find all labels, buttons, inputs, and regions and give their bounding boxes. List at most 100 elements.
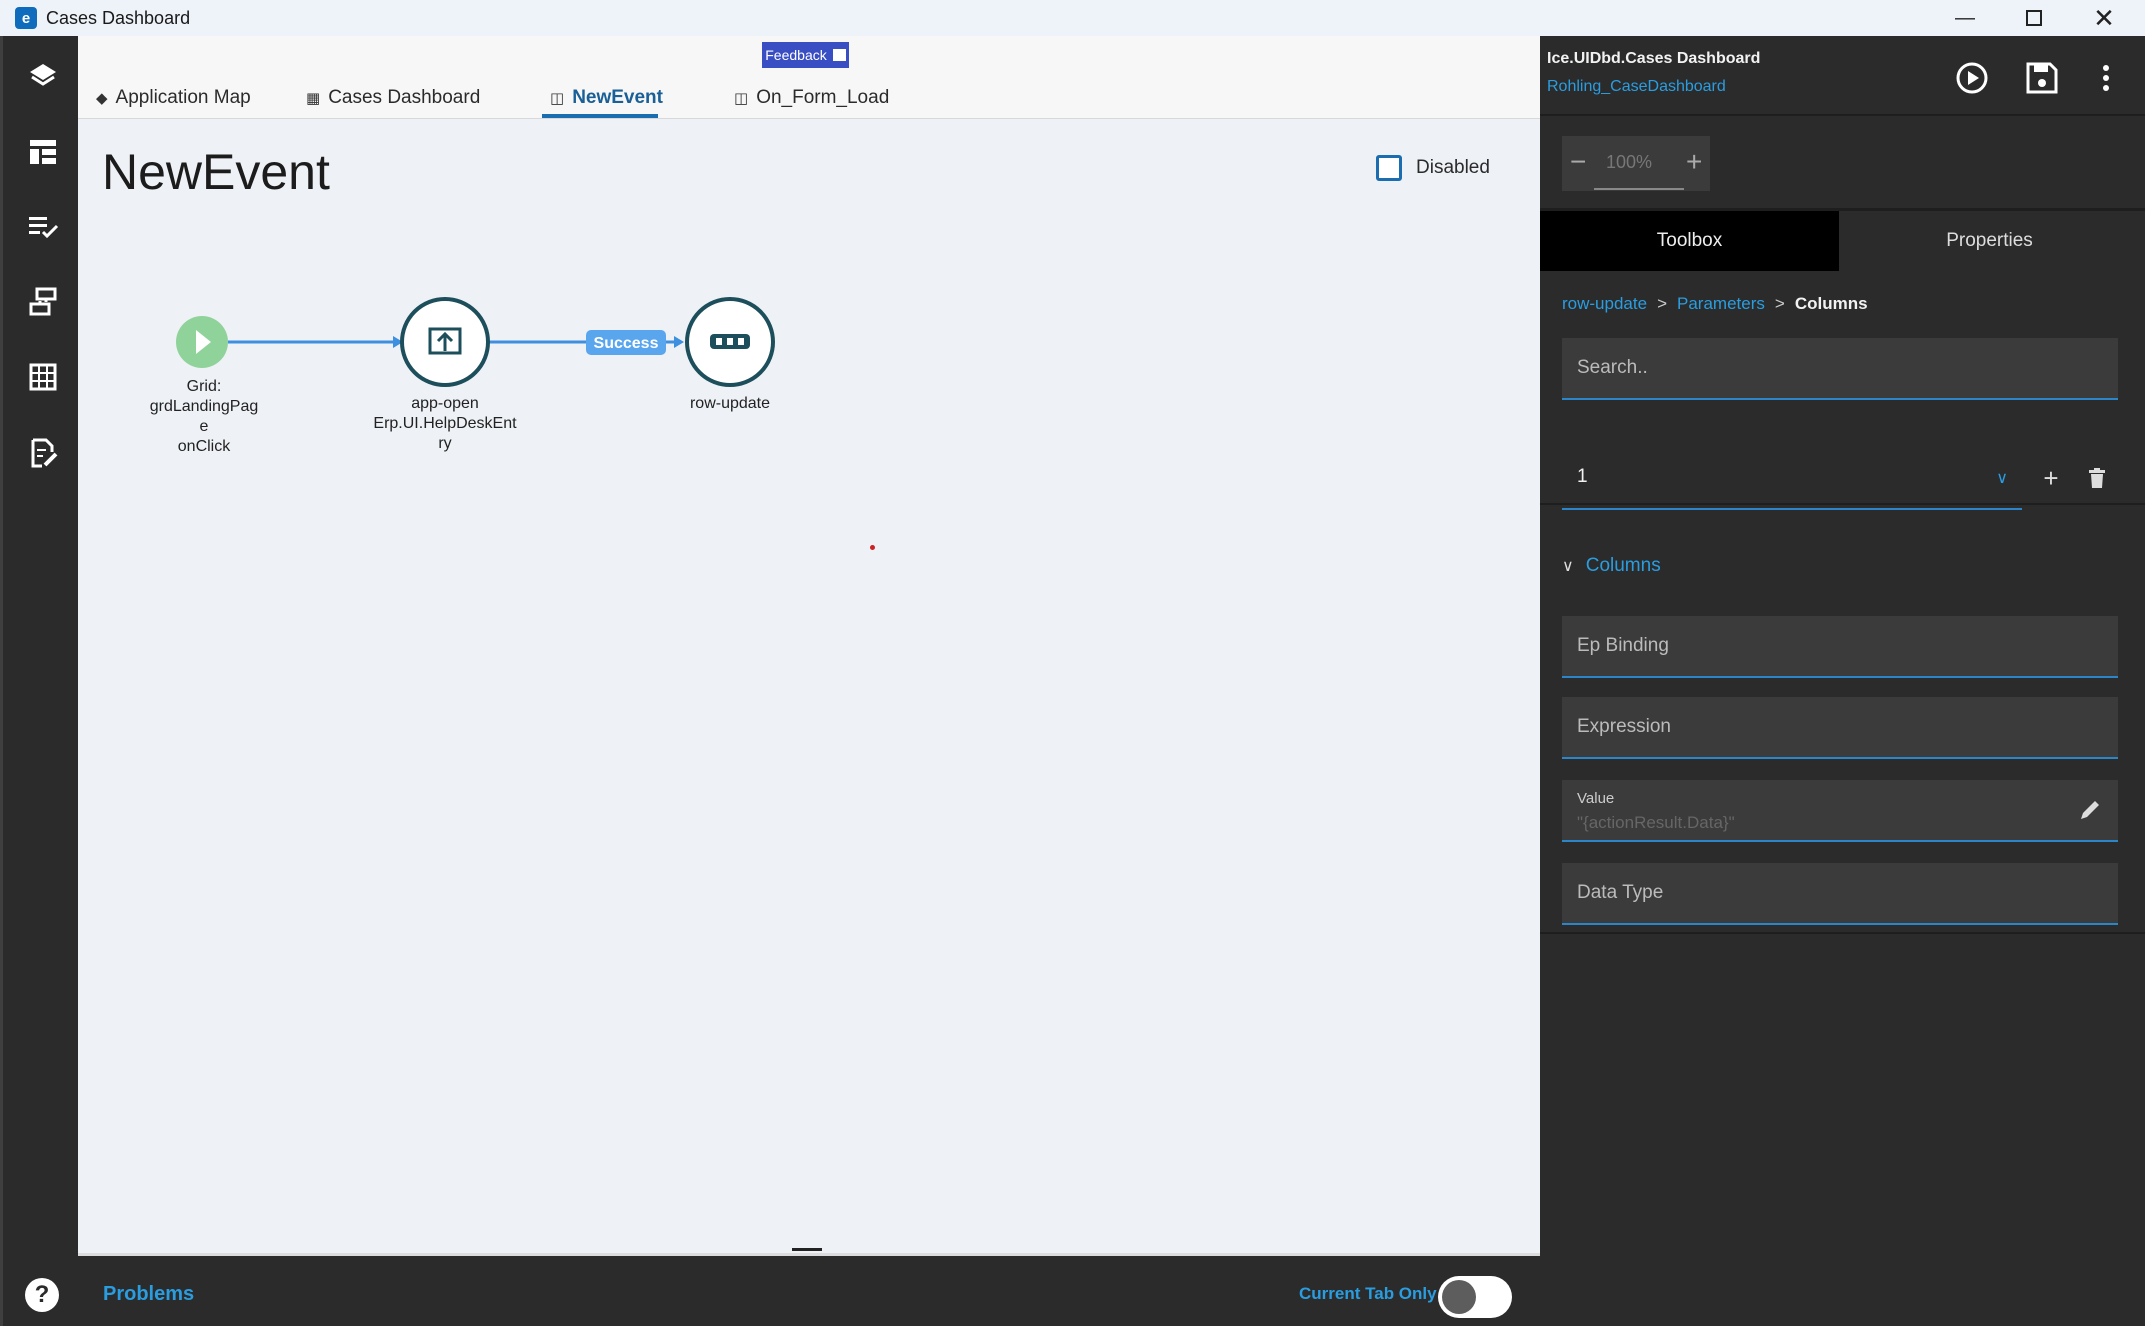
toggle-knob	[1442, 1280, 1476, 1314]
node-label-line: Erp.UI.HelpDeskEnt	[373, 415, 517, 432]
more-options-button[interactable]	[2086, 58, 2126, 98]
zoom-out-button[interactable]: −	[1570, 146, 1586, 178]
save-button[interactable]	[2022, 58, 2062, 98]
feedback-label: Feedback	[765, 47, 827, 63]
layout-icon: ▦	[306, 90, 321, 107]
ep-binding-field[interactable]: Ep Binding	[1562, 616, 2118, 678]
index-select-value: 1	[1577, 466, 1588, 487]
tab-newevent[interactable]: ◫ NewEvent	[550, 80, 663, 116]
zoom-control: − 100% +	[1562, 136, 1710, 191]
success-edge-label[interactable]: Success	[586, 330, 666, 355]
checklist-icon[interactable]	[25, 209, 61, 245]
delete-item-button[interactable]	[2082, 463, 2112, 493]
app-open-node[interactable]	[400, 297, 490, 387]
value-text: "{actionResult.Data}"	[1577, 813, 1735, 832]
data-type-field[interactable]: Data Type	[1562, 863, 2118, 925]
window-titlebar: e Cases Dashboard — ✕	[0, 0, 2145, 36]
add-item-button[interactable]: +	[2036, 463, 2066, 493]
disabled-checkbox[interactable]	[1376, 155, 1402, 181]
breadcrumb-separator: >	[1774, 294, 1785, 313]
current-tab-only-label: Current Tab Only	[1299, 1284, 1437, 1303]
section-divider	[1540, 503, 2145, 505]
comment-icon	[832, 49, 846, 61]
row-update-node[interactable]	[685, 297, 775, 387]
data-type-label: Data Type	[1577, 882, 1664, 903]
current-tab-only-toggle[interactable]	[1438, 1276, 1512, 1318]
search-input[interactable]	[1577, 357, 2118, 379]
expression-field[interactable]: Expression	[1562, 697, 2118, 759]
node-label-line: app-open	[411, 395, 479, 412]
event-title: NewEvent	[102, 144, 330, 200]
tab-label: Cases Dashboard	[328, 87, 481, 108]
row-update-node-label: row-update	[660, 394, 800, 414]
save-icon	[2026, 62, 2058, 94]
help-icon[interactable]: ?	[25, 1278, 59, 1312]
index-select[interactable]: 1 ∨	[1562, 446, 2022, 510]
node-label-line: grdLandingPag	[149, 398, 259, 415]
panel-resize-handle[interactable]	[792, 1248, 822, 1251]
chevron-down-icon: ∨	[1996, 470, 2008, 487]
tab-toolbox[interactable]: Toolbox	[1540, 211, 1839, 271]
search-field[interactable]	[1562, 338, 2118, 400]
edge-arrow-icon	[674, 336, 684, 348]
data-grid-icon[interactable]	[25, 359, 61, 395]
right-panel: Ice.UIDbd.Cases Dashboard Rohling_CaseDa…	[1540, 36, 2145, 1326]
breadcrumb-row-update[interactable]: row-update	[1562, 294, 1647, 314]
ep-binding-label: Ep Binding	[1577, 635, 1669, 656]
problems-bar: Problems Current Tab Only	[78, 1253, 1540, 1326]
node-label-line: onClick	[177, 438, 231, 455]
run-button[interactable]	[1952, 58, 1992, 98]
start-node[interactable]	[176, 316, 228, 368]
zoom-value[interactable]: 100%	[1606, 152, 1652, 173]
breadcrumb-columns: Columns	[1794, 294, 1868, 313]
event-canvas[interactable]: NewEvent Disabled Success Grid: grdLandi…	[78, 119, 1540, 1253]
edit-value-button[interactable]	[2078, 798, 2102, 827]
tab-application-map[interactable]: ◆ Application Map	[96, 80, 251, 116]
tab-cases-dashboard[interactable]: ▦ Cases Dashboard	[306, 80, 480, 116]
chevron-down-icon: ∨	[1562, 558, 1574, 575]
breadcrumb-parameters[interactable]: Parameters	[1677, 294, 1765, 314]
node-label-line: e	[199, 418, 209, 435]
tab-label: Application Map	[115, 87, 251, 108]
tab-properties[interactable]: Properties	[1840, 211, 2139, 271]
minimize-button[interactable]: —	[1930, 0, 2000, 36]
pencil-icon	[2081, 801, 2099, 819]
columns-section-header[interactable]: ∨ Columns	[1562, 555, 1661, 577]
expression-label: Expression	[1577, 716, 1671, 737]
disabled-label: Disabled	[1416, 157, 1490, 178]
columns-section-label: Columns	[1585, 555, 1661, 576]
problems-tab[interactable]: Problems	[103, 1283, 194, 1306]
start-node-label: Grid: grdLandingPag e onClick	[124, 377, 284, 457]
events-icon: ◫	[550, 90, 565, 107]
events-icon: ◫	[734, 90, 749, 107]
feedback-button[interactable]: Feedback	[762, 42, 849, 68]
document-tabbar: Feedback ◆ Application Map ▦ Cases Dashb…	[78, 36, 1540, 119]
node-label-line: Grid:	[186, 378, 222, 395]
panel-subtitle-link[interactable]: Rohling_CaseDashboard	[1547, 78, 1726, 96]
value-field[interactable]: Value "{actionResult.Data}"	[1562, 780, 2118, 842]
layers-icon: ◆	[96, 90, 108, 107]
tab-on-form-load[interactable]: ◫ On_Form_Load	[734, 80, 889, 116]
play-circle-icon	[1956, 62, 1988, 94]
active-tab-indicator	[542, 114, 658, 118]
layers-icon[interactable]	[25, 58, 61, 94]
cursor-marker	[870, 545, 875, 550]
zoom-in-button[interactable]: +	[1686, 146, 1702, 178]
node-label-line: row-update	[689, 395, 771, 412]
maximize-button[interactable]	[1999, 0, 2069, 36]
trash-icon	[2089, 468, 2105, 488]
tab-label: NewEvent	[572, 87, 663, 108]
value-label: Value	[1577, 790, 1615, 807]
layout-icon[interactable]	[25, 134, 61, 170]
panel-title: Ice.UIDbd.Cases Dashboard	[1547, 50, 1761, 67]
panel-header: Ice.UIDbd.Cases Dashboard Rohling_CaseDa…	[1540, 36, 2145, 116]
events-icon[interactable]	[25, 284, 61, 320]
tab-label: On_Form_Load	[756, 87, 890, 108]
node-label-line: ry	[438, 435, 452, 452]
edit-document-icon[interactable]	[25, 435, 61, 471]
maximize-icon	[2026, 10, 2042, 26]
disabled-checkbox-group[interactable]: Disabled	[1376, 155, 1490, 181]
section-divider	[1540, 932, 2145, 934]
kebab-menu-icon	[2103, 65, 2109, 91]
close-button[interactable]: ✕	[2069, 0, 2139, 36]
